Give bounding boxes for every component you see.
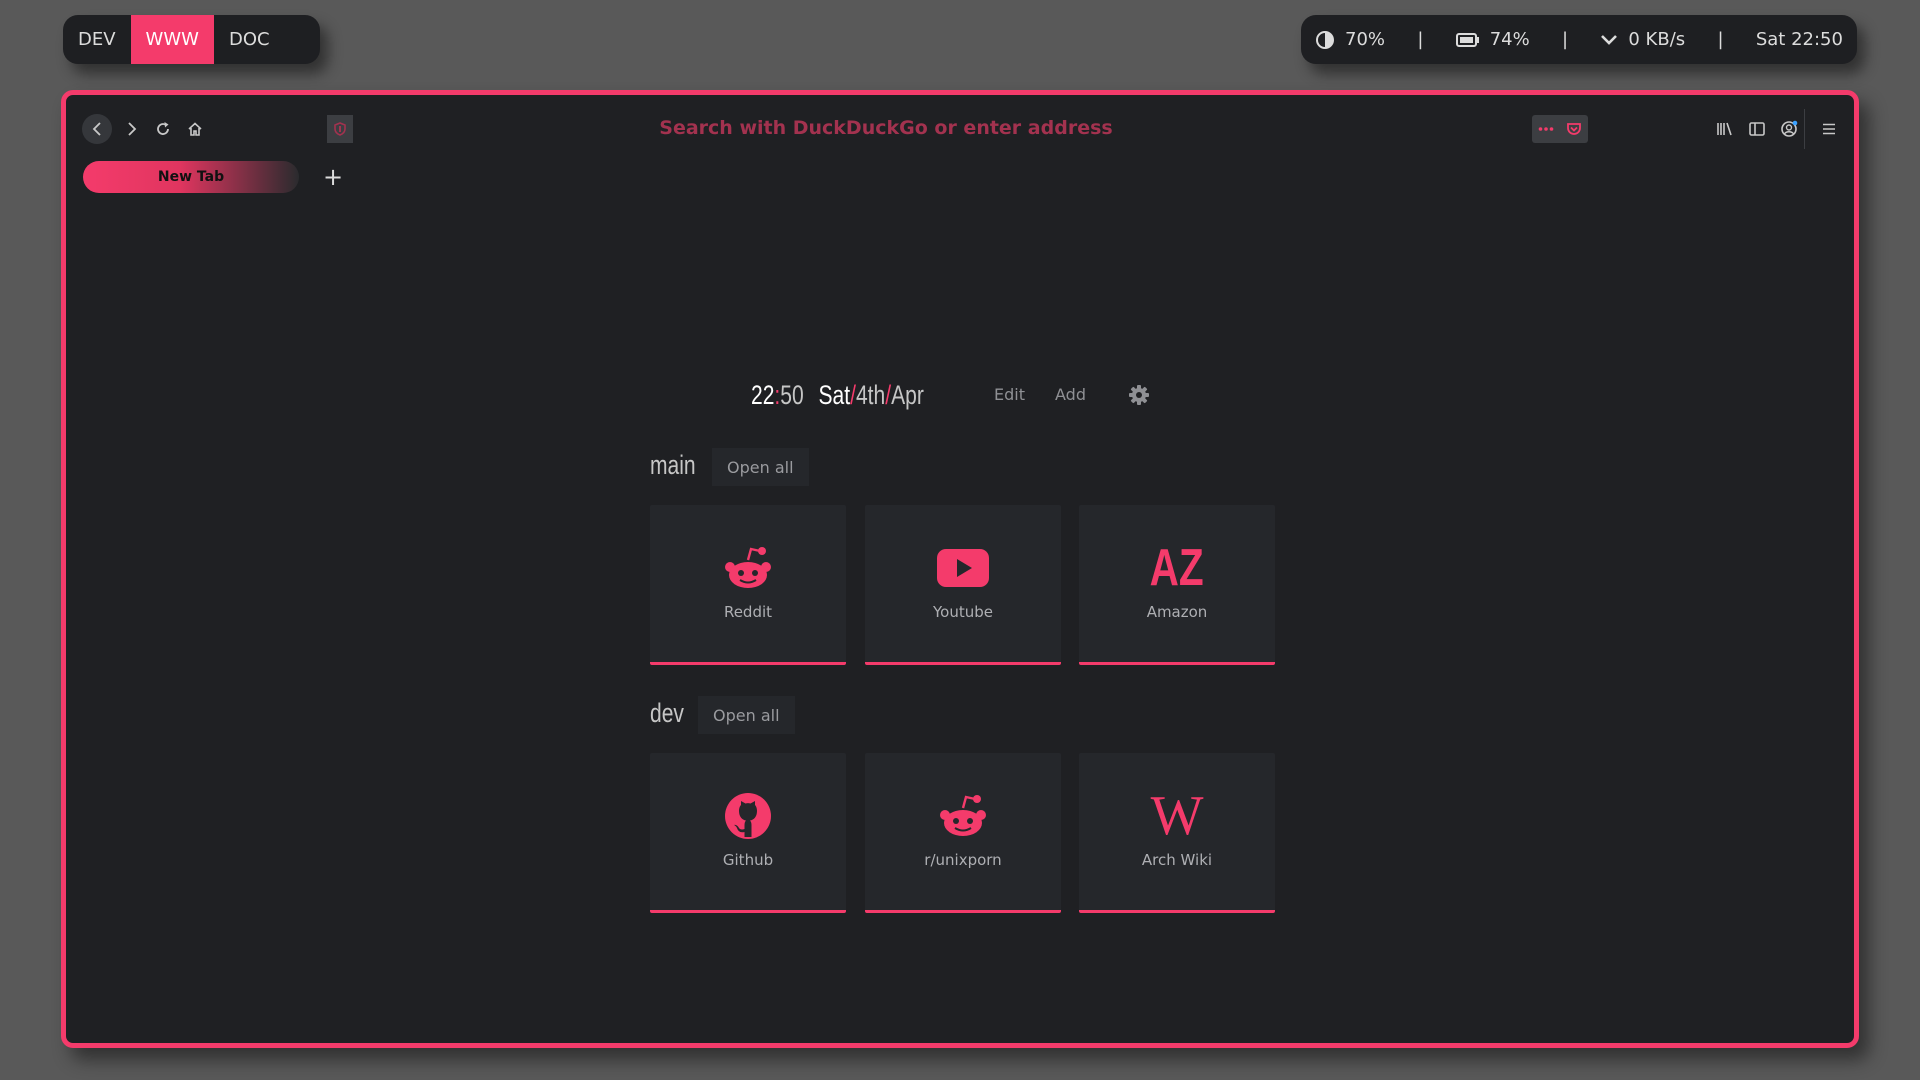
link-label: r/unixporn [924,851,1002,869]
chevron-right-icon [128,122,137,136]
gear-icon [1129,385,1149,405]
open-all-dev-button[interactable]: Open all [698,696,795,734]
add-button[interactable]: Add [1055,385,1086,404]
clock-date: 22:50 Sat/4th/Apr [751,377,973,413]
battery-value: 74% [1489,29,1530,50]
home-button[interactable] [183,114,207,144]
battery-status: 74% [1455,29,1530,50]
group-title-main: main [650,450,696,480]
status-bar: 70% | 74% | 0 KB/s | Sat 22:50 [1301,15,1857,64]
home-icon [188,122,202,136]
edit-button[interactable]: Edit [994,385,1025,404]
youtube-icon [937,549,989,587]
open-all-main-button[interactable]: Open all [712,448,809,486]
download-chevron-icon [1601,34,1618,45]
link-card-amazon[interactable]: AZ Amazon [1079,505,1275,665]
wikipedia-icon: W [1150,785,1204,847]
toolbar-divider [1804,109,1805,149]
clock-hour: 22 [751,379,775,410]
reload-button[interactable] [151,114,175,144]
brightness-value: 70% [1345,29,1386,50]
group-title-dev: dev [650,698,684,728]
account-button[interactable] [1777,115,1801,143]
forward-button[interactable] [120,114,144,144]
workspace-bar: DEV WWW DOC [63,15,320,64]
clock-minute: 50 [780,379,804,410]
reddit-icon [725,547,771,588]
link-label: Arch Wiki [1141,851,1213,869]
link-label: Reddit [723,603,773,621]
tab-new-tab[interactable]: New Tab [83,161,299,193]
library-icon [1717,122,1732,136]
more-actions-icon[interactable] [1538,126,1554,132]
new-tab-button[interactable]: + [318,161,348,193]
link-label: Youtube [933,603,993,621]
link-card-reddit[interactable]: Reddit [650,505,846,665]
menu-button[interactable] [1817,115,1841,143]
status-separator: | [1417,29,1424,50]
brightness-status: 70% [1315,29,1385,50]
shield-icon [334,122,346,136]
tab-title: New Tab [157,169,225,185]
link-card-github[interactable]: Github [650,753,846,913]
date-month: Apr [891,379,924,410]
chevron-left-icon [92,122,101,136]
account-icon [1781,120,1798,137]
workspace-dev[interactable]: DEV [63,15,131,64]
clock-text: 22:50 Sat/4th/Apr [751,380,924,411]
library-button[interactable] [1713,115,1737,143]
link-label: Amazon [1146,603,1208,621]
reload-icon [157,122,169,135]
amazon-icon: AZ [1149,539,1205,597]
day-name: Sat [818,379,851,410]
reddit-icon [940,795,986,836]
page-actions [1532,115,1588,143]
link-card-arch-wiki[interactable]: W Arch Wiki [1079,753,1275,913]
pocket-icon[interactable] [1566,121,1582,137]
sidebar-icon [1749,122,1765,136]
address-bar[interactable]: Search with DuckDuckGo or enter address [366,117,1406,139]
workspace-www[interactable]: WWW [130,15,214,64]
link-card-unixporn[interactable]: r/unixporn [865,753,1061,913]
back-button[interactable] [82,114,112,144]
status-separator: | [1717,29,1724,50]
network-status: 0 KB/s [1600,29,1685,50]
network-value: 0 KB/s [1628,29,1686,50]
datetime: Sat 22:50 [1755,29,1843,50]
status-separator: | [1562,29,1569,50]
browser-window: Search with DuckDuckGo or enter address … [61,90,1859,1048]
link-card-youtube[interactable]: Youtube [865,505,1061,665]
date-day: 4th [855,379,886,410]
brightness-icon [1316,30,1334,49]
settings-button[interactable] [1128,384,1150,410]
sidebar-toggle-button[interactable] [1745,115,1769,143]
tracking-protection-button[interactable] [327,115,353,143]
link-label: Github [722,851,774,869]
workspace-doc[interactable]: DOC [214,15,285,64]
battery-icon [1455,32,1479,47]
github-icon [725,793,771,839]
hamburger-menu-icon [1823,123,1835,135]
